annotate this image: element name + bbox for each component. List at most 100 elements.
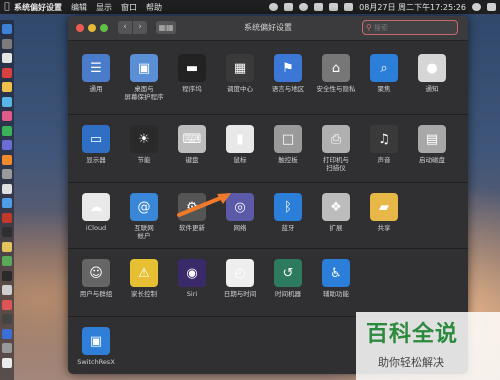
dock-app-icon[interactable] <box>2 53 12 63</box>
speaker-icon: ♫ <box>370 125 398 153</box>
dock-app-icon[interactable] <box>2 299 12 310</box>
watermark: 百科全说 助你轻松解决 <box>356 312 500 380</box>
keyboard-icon: ⌨ <box>178 125 206 153</box>
search-icon: ⚲ <box>366 23 372 32</box>
disk-icon: ▤ <box>418 125 446 153</box>
ghost-status-icon[interactable] <box>269 3 279 11</box>
clock-icon: ◴ <box>226 259 254 287</box>
apple-icon[interactable]:  <box>0 2 14 12</box>
dock-icon: ▬ <box>178 54 206 82</box>
users-icon: ☺ <box>82 259 110 287</box>
pane-label: 时间机器 <box>275 290 301 298</box>
menu-view[interactable]: 显示 <box>96 2 112 13</box>
menu-clock[interactable]: 08月27日 周二下午17:25:26 <box>359 2 466 13</box>
dock-app-icon[interactable] <box>2 67 12 78</box>
pane-label: 用户与群组 <box>79 290 113 298</box>
pane-label: 打印机与 扫描仪 <box>323 156 349 172</box>
pane-label: 软件更新 <box>179 224 205 232</box>
menu-edit[interactable]: 编辑 <box>71 2 87 13</box>
pane-label: 日期与时间 <box>223 290 257 298</box>
pane-accessibility[interactable]: ♿ 辅助功能 <box>312 259 360 298</box>
dock-app-icon[interactable] <box>2 82 12 92</box>
menu-help[interactable]: 帮助 <box>146 2 162 13</box>
printer-icon: ⎙ <box>322 125 350 153</box>
dock-app-icon[interactable] <box>2 256 12 266</box>
pane-bluetooth[interactable]: ᛒ 蓝牙 <box>264 193 312 232</box>
pane-clock[interactable]: ◴ 日期与时间 <box>216 259 264 298</box>
dock-app-icon[interactable] <box>2 38 12 49</box>
cloud-icon: ☁ <box>82 193 110 221</box>
menu-app-name[interactable]: 系统偏好设置 <box>14 2 62 13</box>
dock-app-icon[interactable] <box>2 198 12 208</box>
dock-app-icon[interactable] <box>2 285 12 295</box>
pane-label: 桌面与 屏幕保护程序 <box>124 85 164 101</box>
sync-status-icon[interactable] <box>299 3 309 11</box>
dock-app-icon[interactable] <box>2 183 12 194</box>
dock-app-icon[interactable] <box>2 24 12 34</box>
dock-app-icon[interactable] <box>2 343 12 353</box>
dock-app-icon[interactable] <box>2 125 12 136</box>
trackpad-icon: □ <box>274 125 302 153</box>
pane-notifications[interactable]: ● 通知 <box>408 54 456 93</box>
pane-keyboard[interactable]: ⌨ 键盘 <box>168 125 216 164</box>
time-machine-icon: ↺ <box>274 259 302 287</box>
dock-app-icon[interactable] <box>2 314 12 324</box>
pane-monitor[interactable]: ▭ 显示器 <box>72 125 120 164</box>
pane-house[interactable]: ⌂ 安全性与隐私 <box>312 54 360 93</box>
pane-flag[interactable]: ⚑ 语言与地区 <box>264 54 312 93</box>
pane-speaker[interactable]: ♫ 声音 <box>360 125 408 164</box>
pane-switchresx[interactable]: ▣ SwitchResX <box>72 327 120 366</box>
dock-app-icon[interactable] <box>2 357 12 368</box>
battery-status-icon[interactable] <box>344 3 354 11</box>
pane-printer[interactable]: ⎙ 打印机与 扫描仪 <box>312 125 360 172</box>
pane-dock[interactable]: ▬ 程序坞 <box>168 54 216 93</box>
dock-app-icon[interactable] <box>2 227 12 237</box>
pane-cloud[interactable]: ☁ iCloud <box>72 193 120 232</box>
watermark-title: 百科全说 <box>366 322 459 347</box>
dock-app-icon[interactable] <box>2 212 12 223</box>
dock <box>0 20 14 380</box>
pane-users[interactable]: ☺ 用户与群组 <box>72 259 120 298</box>
menu-window[interactable]: 窗口 <box>121 2 137 13</box>
dropbox-status-icon[interactable] <box>284 3 294 11</box>
pane-label: 家长控制 <box>131 290 157 298</box>
dock-app-icon[interactable] <box>2 140 12 150</box>
search-input[interactable] <box>373 23 444 32</box>
control-menu-icon[interactable] <box>487 3 496 11</box>
pane-disk[interactable]: ▤ 启动磁盘 <box>408 125 456 164</box>
pane-label: 声音 <box>377 156 391 164</box>
dock-app-icon[interactable] <box>2 169 12 179</box>
pane-label: 辅助功能 <box>323 290 349 298</box>
dock-app-icon[interactable] <box>2 154 12 165</box>
pane-puzzle[interactable]: ❖ 扩展 <box>312 193 360 232</box>
pane-siri[interactable]: ◉ Siri <box>168 259 216 298</box>
pane-time-machine[interactable]: ↺ 时间机器 <box>264 259 312 298</box>
pane-label: 触控板 <box>278 156 298 164</box>
pane-parental[interactable]: ⚠ 家长控制 <box>120 259 168 298</box>
pane-at[interactable]: @ 互联网 帐户 <box>120 193 168 240</box>
pane-trackpad[interactable]: □ 触控板 <box>264 125 312 164</box>
pane-bulb[interactable]: ☀ 节能 <box>120 125 168 164</box>
wifi-status-icon[interactable] <box>314 3 324 11</box>
search-field[interactable]: ⚲ <box>362 20 458 35</box>
pane-section-3: ☁ iCloud @ 互联网 帐户 ⚙ 软件更新 ◎ 网络 ᛒ 蓝牙 ❖ 扩展 ▰ 共享 <box>68 182 468 249</box>
dock-app-icon[interactable] <box>2 111 12 121</box>
pane-label: 共享 <box>377 224 391 232</box>
pane-label: 聚焦 <box>377 85 391 93</box>
dock-app-icon[interactable] <box>2 241 12 252</box>
pane-label: 安全性与隐私 <box>316 85 356 93</box>
at-icon: @ <box>130 193 158 221</box>
pane-section-4: ☺ 用户与群组 ⚠ 家长控制 ◉ Siri ◴ 日期与时间 ↺ 时间机器 ♿ 辅助功能 <box>68 248 468 317</box>
pane-desktop[interactable]: ▣ 桌面与 屏幕保护程序 <box>120 54 168 101</box>
window-titlebar: ‹ › ▦▦ 系统偏好设置 ⚲ <box>68 16 468 41</box>
pane-mouse[interactable]: ▮ 鼠标 <box>216 125 264 164</box>
dock-app-icon[interactable] <box>2 328 12 339</box>
pane-magnifier[interactable]: ⌕ 聚焦 <box>360 54 408 93</box>
spotlight-icon[interactable] <box>472 3 481 11</box>
volume-status-icon[interactable] <box>329 3 339 11</box>
pane-mission-control[interactable]: ▦ 调度中心 <box>216 54 264 93</box>
dock-app-icon[interactable] <box>2 270 12 281</box>
pane-file[interactable]: ☰ 通用 <box>72 54 120 93</box>
pane-folder[interactable]: ▰ 共享 <box>360 193 408 232</box>
dock-app-icon[interactable] <box>2 96 12 107</box>
